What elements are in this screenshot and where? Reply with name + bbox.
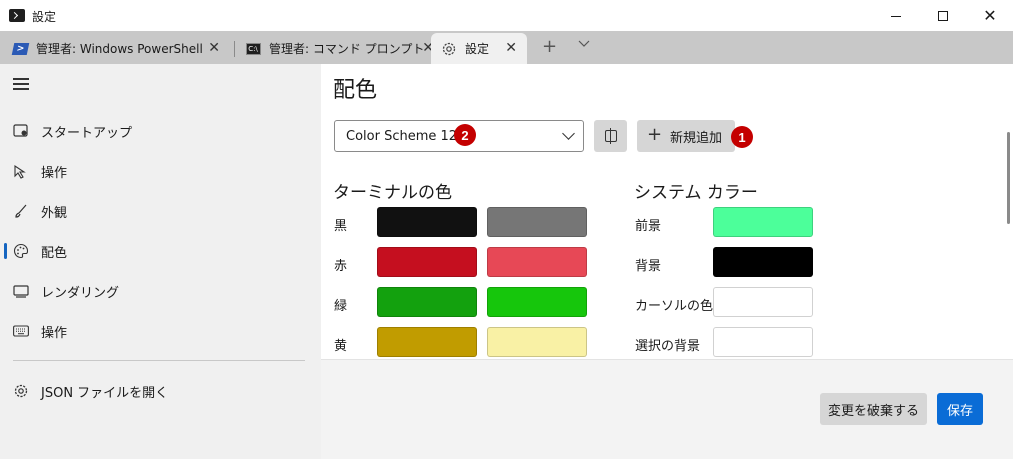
sidebar-divider (13, 360, 305, 361)
tab-dropdown-button[interactable] (578, 37, 590, 51)
brush-icon (12, 202, 30, 220)
swatch-cursor[interactable] (713, 287, 813, 317)
new-tab-button[interactable]: + (542, 36, 557, 57)
sidebar: スタートアップ 操作 外観 配色 レンダリング 操作 JSON ファイルを開く (0, 64, 321, 459)
pointer-icon (12, 162, 30, 180)
swatch-selection-background[interactable] (713, 327, 813, 357)
maximize-icon (938, 11, 948, 21)
hamburger-menu-icon[interactable] (13, 78, 29, 90)
plus-icon: + (647, 124, 663, 145)
discard-changes-button[interactable]: 変更を破棄する (820, 393, 927, 425)
color-label-black: 黒 (334, 219, 348, 234)
swatch-red[interactable] (377, 247, 477, 277)
maximize-button[interactable] (920, 0, 966, 32)
swatch-bright-green[interactable] (487, 287, 587, 317)
add-new-label: 新規追加 (670, 131, 723, 146)
color-label-red: 赤 (334, 259, 348, 274)
color-label-yellow: 黄 (334, 339, 348, 354)
sidebar-item-label: JSON ファイルを開く (41, 385, 169, 401)
color-label-background: 背景 (635, 259, 662, 274)
sidebar-item-appearance[interactable]: 外観 (0, 192, 321, 230)
sidebar-item-open-json[interactable]: JSON ファイルを開く (0, 372, 321, 410)
swatch-background[interactable] (713, 247, 813, 277)
annotation-badge-2: 2 (454, 124, 476, 146)
swatch-bright-red[interactable] (487, 247, 587, 277)
save-button[interactable]: 保存 (937, 393, 983, 425)
selected-scheme-value: Color Scheme 12 (346, 128, 458, 144)
close-icon: ✕ (983, 6, 997, 25)
color-label-selection-background: 選択の背景 (635, 339, 701, 354)
palette-icon (12, 242, 30, 260)
sidebar-item-color-schemes[interactable]: 配色 (0, 232, 321, 270)
tab-label: 管理者: Windows PowerShell (36, 42, 203, 56)
rename-scheme-button[interactable] (594, 120, 627, 152)
swatch-bright-black[interactable] (487, 207, 587, 237)
terminal-colors-heading: ターミナルの色 (333, 183, 452, 203)
tab-command-prompt[interactable]: C:\ 管理者: コマンド プロンプト ✕ (245, 33, 434, 64)
annotation-badge-1: 1 (731, 126, 753, 148)
color-label-cursor: カーソルの色 (635, 299, 714, 314)
chevron-down-icon (562, 127, 575, 140)
tab-powershell[interactable]: > 管理者: Windows PowerShell ✕ (11, 33, 230, 64)
page-title: 配色 (333, 78, 378, 103)
add-new-button[interactable]: + 新規追加 (637, 120, 735, 152)
sidebar-item-label: 外観 (41, 205, 68, 221)
color-label-foreground: 前景 (635, 219, 662, 234)
tab-label: 設定 (465, 42, 490, 56)
sidebar-item-startup[interactable]: スタートアップ (0, 112, 321, 150)
sidebar-item-label: 操作 (41, 325, 68, 341)
sidebar-item-rendering[interactable]: レンダリング (0, 272, 321, 310)
close-window-button[interactable]: ✕ (967, 0, 1013, 32)
swatch-bright-yellow[interactable] (487, 327, 587, 357)
sidebar-item-actions[interactable]: 操作 (0, 312, 321, 350)
color-label-green: 緑 (334, 299, 348, 314)
system-colors-heading: システム カラー (634, 183, 758, 203)
swatch-green[interactable] (377, 287, 477, 317)
chevron-down-icon (578, 40, 590, 47)
tab-close-icon[interactable]: ✕ (505, 40, 517, 56)
main-panel: 配色 Color Scheme 12 2 + 新規追加 1 ターミナルの色 黒 … (321, 64, 1013, 459)
title-bar: 設定 ✕ (0, 0, 1013, 32)
powershell-icon: > (11, 42, 29, 56)
tab-label: 管理者: コマンド プロンプト (269, 42, 425, 56)
gear-icon (441, 42, 457, 56)
keyboard-icon (12, 322, 30, 340)
gear-icon (12, 382, 30, 400)
rename-icon (604, 128, 617, 144)
sidebar-item-interaction[interactable]: 操作 (0, 152, 321, 190)
startup-icon (12, 122, 30, 140)
monitor-icon (12, 282, 30, 300)
minimize-icon (891, 15, 901, 17)
cmd-icon: C:\ (245, 42, 261, 56)
sidebar-item-label: レンダリング (41, 285, 120, 301)
tab-close-icon[interactable]: ✕ (208, 40, 220, 56)
tab-settings[interactable]: 設定 ✕ (431, 33, 527, 64)
tab-strip: > 管理者: Windows PowerShell ✕ C:\ 管理者: コマン… (0, 31, 1013, 64)
swatch-black[interactable] (377, 207, 477, 237)
sidebar-item-label: 配色 (41, 245, 68, 261)
tab-separator (234, 41, 235, 57)
minimize-button[interactable] (873, 0, 919, 32)
swatch-foreground[interactable] (713, 207, 813, 237)
terminal-app-icon (9, 9, 25, 22)
window-title: 設定 (32, 10, 57, 24)
sidebar-item-label: 操作 (41, 165, 68, 181)
sidebar-item-label: スタートアップ (41, 125, 133, 141)
scrollbar-thumb[interactable] (1007, 132, 1010, 224)
swatch-yellow[interactable] (377, 327, 477, 357)
